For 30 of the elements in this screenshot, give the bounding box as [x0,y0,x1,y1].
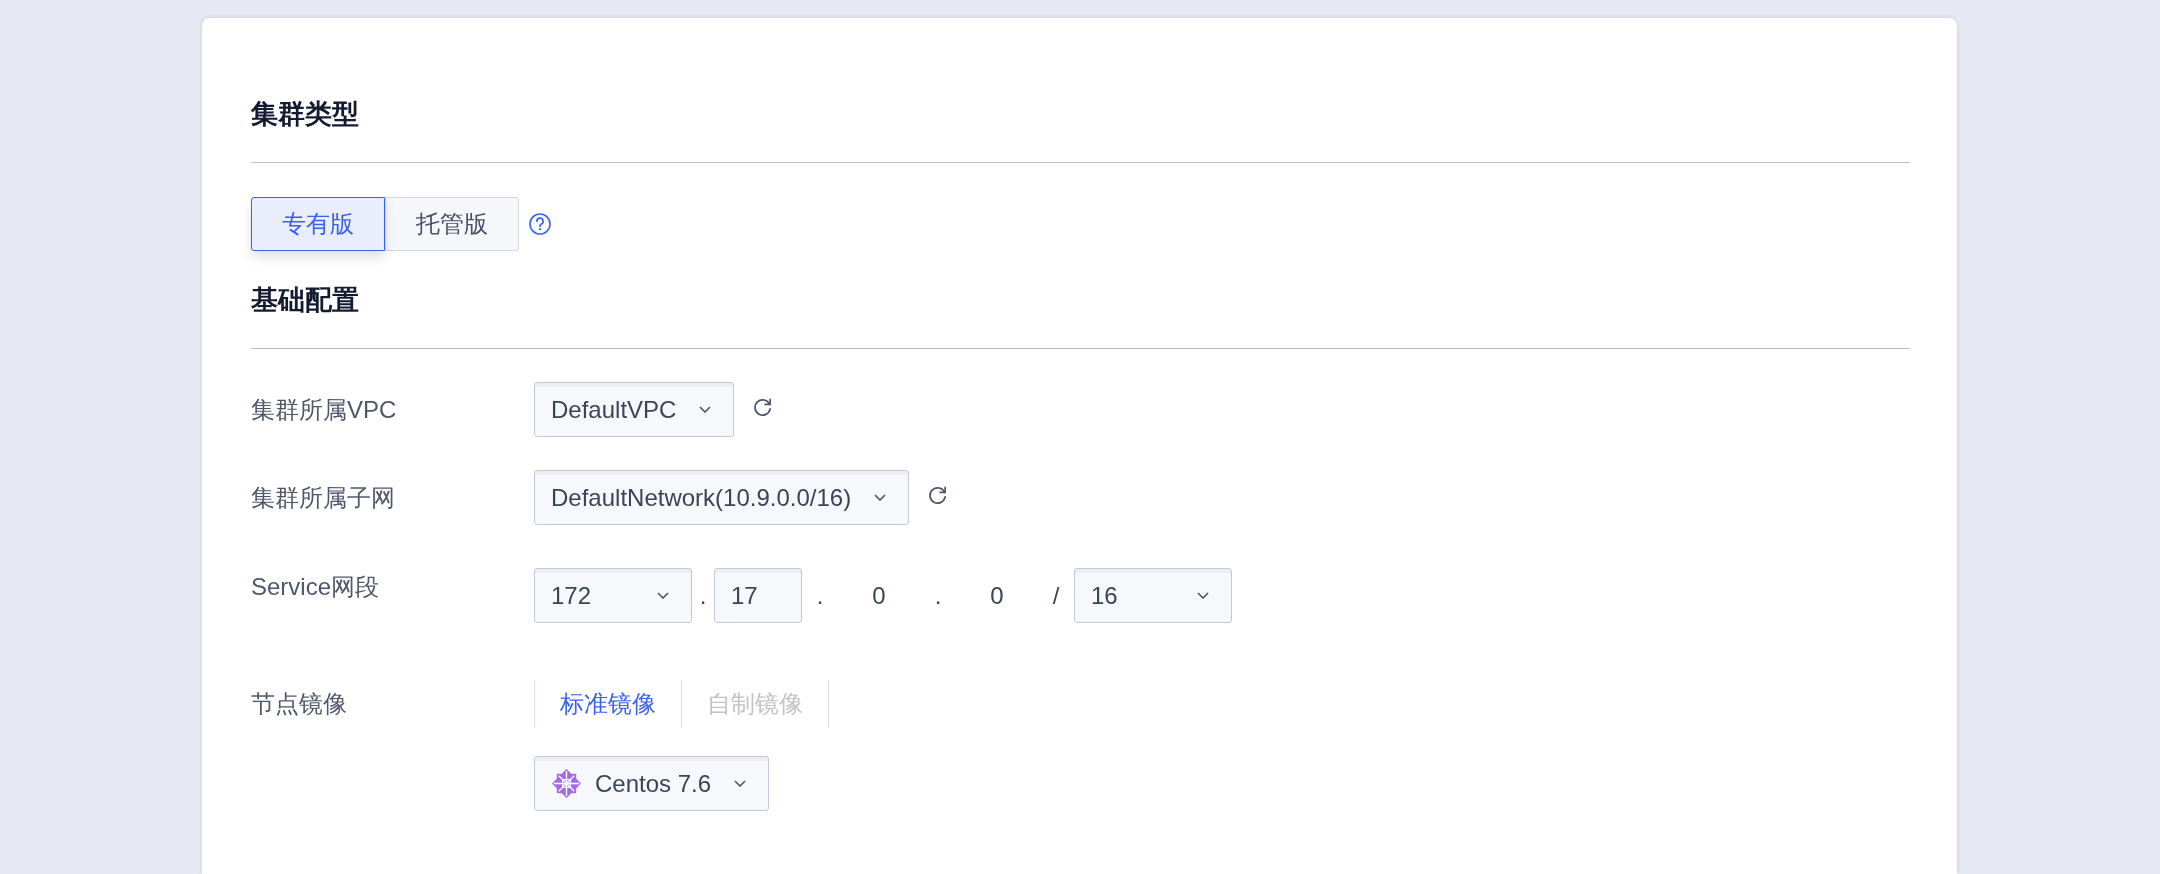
os-select[interactable]: Centos 7.6 [534,756,770,811]
dropdown-select[interactable]: DefaultNetwork(10.9.0.0/16) [534,470,910,525]
edition-tab[interactable]: 托管版 [385,197,519,251]
separator-text: . [933,581,943,610]
chevron-down-icon [699,406,712,413]
chevron-down-icon [1197,592,1209,599]
field-label: Service网段 [251,572,381,602]
octet-text: 0 [989,581,1005,610]
octet-text: 0 [871,581,887,610]
separator-text: . [698,581,708,610]
field-label: 节点镜像 [251,689,348,719]
octet-input[interactable]: 17 [714,568,802,623]
star-icon [551,768,582,799]
dropdown-select[interactable]: 16 [1074,568,1232,623]
refresh-icon[interactable] [752,397,774,418]
chevron-down-icon [874,494,887,501]
help-icon[interactable] [529,213,551,235]
section-title: 基础配置 [251,284,360,317]
dropdown-select[interactable]: 172 [534,568,692,623]
section-title: 集群类型 [251,98,360,131]
field-label: 集群所属子网 [251,482,396,513]
edition-tab[interactable]: 专有版 [251,197,385,251]
chevron-down-icon [734,780,747,787]
refresh-icon[interactable] [927,485,949,506]
field-label: 集群所属VPC [251,394,398,425]
image-tab[interactable]: 标准镜像 [534,680,681,728]
chevron-down-icon [657,592,669,599]
separator-text: / [1051,581,1061,610]
dropdown-select[interactable]: DefaultVPC [534,382,735,437]
separator-text: . [815,581,825,610]
